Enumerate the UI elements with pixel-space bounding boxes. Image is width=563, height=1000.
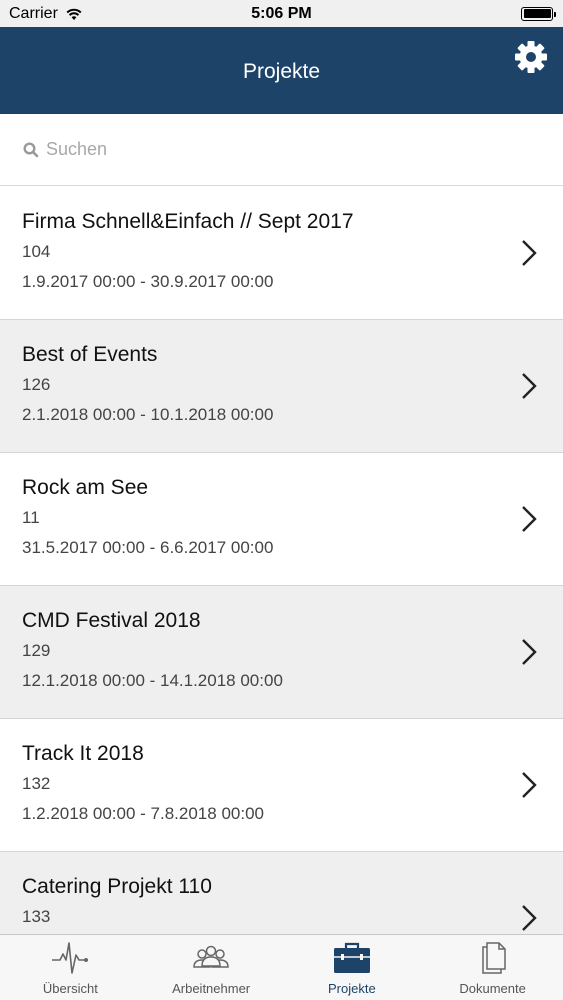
documents-icon xyxy=(481,942,506,974)
tab-label: Dokumente xyxy=(459,981,526,996)
project-number: 132 xyxy=(22,774,51,793)
carrier-label: Carrier xyxy=(9,4,58,22)
tab-label: Arbeitnehmer xyxy=(172,981,251,996)
project-title: CMD Festival 2018 xyxy=(22,609,201,632)
chevron-right-icon xyxy=(522,240,537,266)
settings-button[interactable] xyxy=(513,39,549,75)
project-number: 11 xyxy=(22,508,40,527)
wifi-icon xyxy=(66,8,82,20)
gear-icon xyxy=(515,41,547,73)
project-number: 104 xyxy=(22,242,51,261)
chevron-right-icon xyxy=(522,772,537,798)
project-dates: 1.9.2017 00:00 - 30.9.2017 00:00 xyxy=(22,272,274,291)
project-row[interactable]: Track It 2018 132 1.2.2018 00:00 - 7.8.2… xyxy=(0,719,563,852)
project-row[interactable]: Rock am See 11 31.5.2017 00:00 - 6.6.201… xyxy=(0,453,563,586)
tab-label: Übersicht xyxy=(42,981,98,996)
project-title: Catering Projekt 110 xyxy=(22,875,212,898)
project-row[interactable]: CMD Festival 2018 129 12.1.2018 00:00 - … xyxy=(0,586,563,719)
tab-bar: Übersicht Arbeitnehmer Projekte Dokument… xyxy=(0,934,563,1000)
people-icon xyxy=(193,945,229,968)
status-bar: Carrier 5:06 PM xyxy=(0,0,563,27)
chevron-right-icon xyxy=(522,905,537,931)
battery-icon xyxy=(521,6,556,21)
page-title: Projekte xyxy=(242,59,321,83)
project-dates: 31.5.2017 00:00 - 6.6.2017 00:00 xyxy=(22,538,274,557)
chevron-right-icon xyxy=(522,373,537,399)
search-bar xyxy=(0,114,563,186)
tab-label: Projekte xyxy=(328,981,376,996)
search-icon xyxy=(23,141,39,157)
project-dates: 1.2.2018 00:00 - 7.8.2018 00:00 xyxy=(22,804,264,823)
status-time: 5:06 PM xyxy=(251,4,312,22)
project-row[interactable]: Firma Schnell&Einfach // Sept 2017 104 1… xyxy=(0,187,563,320)
activity-icon xyxy=(52,942,89,974)
project-list: Firma Schnell&Einfach // Sept 2017 104 1… xyxy=(0,187,563,985)
chevron-right-icon xyxy=(522,639,537,665)
project-dates: 2.1.2018 00:00 - 10.1.2018 00:00 xyxy=(22,405,274,424)
project-title: Track It 2018 xyxy=(22,742,144,765)
project-dates: 12.1.2018 00:00 - 14.1.2018 00:00 xyxy=(22,671,283,690)
carrier-info: Carrier xyxy=(9,5,83,23)
project-number: 129 xyxy=(22,641,51,660)
tab-ubersicht[interactable]: Übersicht xyxy=(0,935,141,1000)
project-number: 133 xyxy=(22,907,51,926)
search-input[interactable] xyxy=(46,139,526,160)
project-title: Rock am See xyxy=(22,476,149,499)
briefcase-icon xyxy=(333,942,370,973)
project-number: 126 xyxy=(22,375,51,394)
project-row[interactable]: Best of Events 126 2.1.2018 00:00 - 10.1… xyxy=(0,320,563,453)
tab-arbeitnehmer[interactable]: Arbeitnehmer xyxy=(141,935,282,1000)
tab-dokumente[interactable]: Dokumente xyxy=(422,935,563,1000)
tab-projekte[interactable]: Projekte xyxy=(282,935,423,1000)
project-title: Best of Events xyxy=(22,343,158,366)
chevron-right-icon xyxy=(522,506,537,532)
project-title: Firma Schnell&Einfach // Sept 2017 xyxy=(22,210,354,233)
navigation-bar: Projekte xyxy=(0,27,563,114)
